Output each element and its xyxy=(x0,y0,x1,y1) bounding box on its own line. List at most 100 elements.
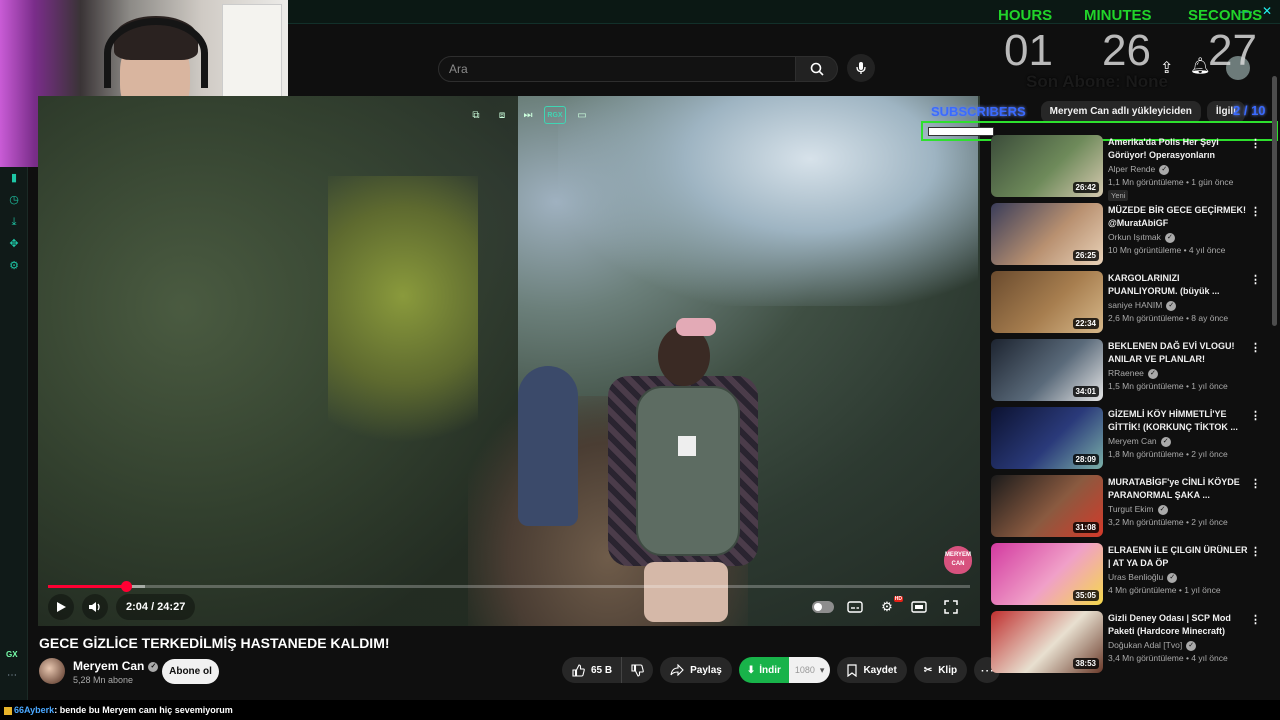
video-thumbnail[interactable]: 28:09 xyxy=(991,407,1103,469)
channel-name-text[interactable]: Meryem Can xyxy=(73,659,144,673)
mini-player-icon[interactable]: ▭ xyxy=(572,106,592,124)
channel-name-text[interactable]: Alper Rende xyxy=(1108,164,1155,174)
history-icon[interactable]: ◷ xyxy=(6,192,22,208)
list-item[interactable]: 28:09 GİZEMLİ KÖY HİMMETLİ'YE GİTTİK! (KO… xyxy=(991,407,1271,475)
more-icon[interactable]: ⋮ xyxy=(1250,409,1261,422)
video-title: GECE GİZLİCE TERKEDİLMİŞ HASTANEDE KALDI… xyxy=(39,635,390,651)
video-thumbnail[interactable]: 22:34 xyxy=(991,271,1103,333)
save-button[interactable]: Kaydet xyxy=(837,657,907,683)
chat-text: : bende bu Meryem canı hiç sevemiyorum xyxy=(54,705,233,715)
channel-name-text[interactable]: saniye HANIM xyxy=(1108,300,1162,310)
video-thumbnail[interactable]: 35:05 xyxy=(991,543,1103,605)
share-button[interactable]: Paylaş xyxy=(660,657,732,683)
scrollbar[interactable] xyxy=(1272,76,1277,326)
new-badge: Yeni xyxy=(1108,190,1129,201)
list-item[interactable]: 34:01 BEKLENEN DAĞ EVİ VLOGU! ANILAR VE P… xyxy=(991,339,1271,407)
autoplay-toggle[interactable] xyxy=(810,594,836,620)
more-icon[interactable]: ⋮ xyxy=(1250,545,1261,558)
list-item[interactable]: 22:34 KARGOLARINIZI PUANLIYORUM. (büyük .… xyxy=(991,271,1271,339)
duration-badge: 31:08 xyxy=(1072,522,1099,533)
settings-icon[interactable]: ⚙ xyxy=(6,258,22,274)
channel-name[interactable]: Alper Rende ✓ xyxy=(1108,164,1170,175)
channel-name[interactable]: Meryem Can ✓ xyxy=(73,659,159,673)
video-player[interactable]: MERYEM CAN ⧉ ⧈ ⏭ RGX ▭ 2:04 / 24:27 ⚙ HD xyxy=(38,96,980,626)
video-thumbnail[interactable]: 31:08 xyxy=(991,475,1103,537)
video-thumbnail[interactable]: 26:42 xyxy=(991,135,1103,197)
dislike-button[interactable] xyxy=(622,657,654,683)
voice-search-button[interactable] xyxy=(847,54,875,82)
thumbs-down-icon xyxy=(631,663,644,677)
search-button[interactable] xyxy=(796,56,838,82)
download-quality-value: 1080 xyxy=(794,665,815,675)
more-icon[interactable]: ⋯ xyxy=(7,670,17,681)
channel-name[interactable]: Uras Benlioğlu ✓ xyxy=(1108,572,1178,583)
theater-icon xyxy=(911,601,927,613)
channel-name[interactable]: Orkun Işıtmak ✓ xyxy=(1108,232,1175,243)
video-title[interactable]: GİZEMLİ KÖY HİMMETLİ'YE GİTTİK! (KORKUNÇ… xyxy=(1108,408,1248,434)
video-meta: 1,5 Mn görüntüleme • 1 yıl önce xyxy=(1108,381,1228,391)
download-icon[interactable]: ⤓ xyxy=(6,214,22,230)
video-meta: 3,2 Mn görüntüleme • 2 yıl önce xyxy=(1108,517,1228,527)
volume-button[interactable] xyxy=(82,594,108,620)
more-icon[interactable]: ⋮ xyxy=(1250,205,1261,218)
channel-name-text[interactable]: Meryem Can xyxy=(1108,436,1157,446)
popout-icon[interactable]: ⧈ xyxy=(492,106,512,124)
list-item[interactable]: 38:53 Gizli Deney Odası | SCP Mod Paketi … xyxy=(991,611,1271,679)
channel-name[interactable]: saniye HANIM ✓ xyxy=(1108,300,1177,311)
channel-name[interactable]: Turgut Ekim ✓ xyxy=(1108,504,1168,515)
video-title[interactable]: KARGOLARINIZI PUANLIYORUM. (büyük ... xyxy=(1108,272,1248,298)
clip-button[interactable]: ✂ Klip xyxy=(913,657,968,683)
subscribe-button[interactable]: Abone ol xyxy=(162,659,219,684)
subtitles-button[interactable] xyxy=(842,594,868,620)
list-item[interactable]: 26:42 Amerika'da Polis Her Şeyi Görüyor! … xyxy=(991,135,1271,203)
more-icon[interactable]: ⋮ xyxy=(1250,273,1261,286)
list-item[interactable]: 35:05 ELRAENN İLE ÇILGIN ÜRÜNLER | AT YA … xyxy=(991,543,1271,611)
list-item[interactable]: 26:25 MÜZEDE BİR GECE GEÇİRMEK! @MuratAbi… xyxy=(991,203,1271,271)
picture-in-picture-icon[interactable]: ⧉ xyxy=(466,106,486,124)
more-icon[interactable]: ⋮ xyxy=(1250,613,1261,626)
video-title[interactable]: MURATABİGF'ye CİNLİ KÖYDE PARANORMAL ŞAK… xyxy=(1108,476,1248,502)
subtitles-icon xyxy=(847,601,863,613)
skip-icon[interactable]: ⏭ xyxy=(518,106,538,124)
download-button[interactable]: ⬇ İndir xyxy=(738,657,789,683)
search-input[interactable]: Ara xyxy=(438,56,796,82)
theater-mode-button[interactable] xyxy=(906,594,932,620)
channel-name-text[interactable]: Uras Benlioğlu xyxy=(1108,572,1163,582)
extensions-icon[interactable]: ✥ xyxy=(6,236,22,252)
video-thumbnail[interactable]: 38:53 xyxy=(991,611,1103,673)
more-icon[interactable]: ⋮ xyxy=(1250,137,1261,150)
video-title[interactable]: BEKLENEN DAĞ EVİ VLOGU! ANILAR VE PLANLA… xyxy=(1108,340,1248,366)
channel-name[interactable]: RRaenee ✓ xyxy=(1108,368,1158,379)
channel-avatar[interactable] xyxy=(39,658,65,684)
channel-name[interactable]: Doğukan Adal [Tvo] ✓ xyxy=(1108,640,1197,651)
verified-icon: ✓ xyxy=(1164,232,1175,243)
fullscreen-button[interactable] xyxy=(938,594,964,620)
bookmark-icon[interactable]: ▮ xyxy=(6,170,22,186)
channel-name-text[interactable]: Turgut Ekim xyxy=(1108,504,1154,514)
channel-name-text[interactable]: Doğukan Adal [Tvo] xyxy=(1108,640,1182,650)
progress-bar[interactable] xyxy=(48,581,970,592)
video-thumbnail[interactable]: 26:25 xyxy=(991,203,1103,265)
channel-watermark[interactable]: MERYEM CAN xyxy=(944,546,972,574)
channel-name-text[interactable]: Orkun Işıtmak xyxy=(1108,232,1161,242)
more-icon[interactable]: ⋮ xyxy=(1250,341,1261,354)
video-thumbnail[interactable]: 34:01 xyxy=(991,339,1103,401)
rgx-button[interactable]: RGX xyxy=(544,106,566,124)
channel-name[interactable]: Meryem Can ✓ xyxy=(1108,436,1171,447)
channel-name-text[interactable]: RRaenee xyxy=(1108,368,1144,378)
list-item[interactable]: 31:08 MURATABİGF'ye CİNLİ KÖYDE PARANORMA… xyxy=(991,475,1271,543)
video-title[interactable]: Gizli Deney Odası | SCP Mod Paketi (Hard… xyxy=(1108,612,1248,638)
play-button[interactable] xyxy=(48,594,74,620)
chat-badge-icon xyxy=(4,706,12,715)
download-quality-select[interactable]: 1080 ▾ xyxy=(788,657,831,683)
video-title[interactable]: MÜZEDE BİR GECE GEÇİRMEK! @MuratAbiGF xyxy=(1108,204,1248,230)
video-title[interactable]: Amerika'da Polis Her Şeyi Görüyor! Opera… xyxy=(1108,136,1248,162)
volume-icon xyxy=(89,602,100,612)
video-title[interactable]: ELRAENN İLE ÇILGIN ÜRÜNLER | AT YA DA ÖP xyxy=(1108,544,1248,570)
settings-button[interactable]: ⚙ HD xyxy=(874,594,903,620)
progress-fill xyxy=(48,585,127,588)
chip-from-uploader[interactable]: Meryem Can adlı yükleyiciden xyxy=(1040,101,1201,123)
video-meta: 1,8 Mn görüntüleme • 2 yıl önce xyxy=(1108,449,1228,459)
like-button[interactable]: 65 B xyxy=(562,657,623,683)
more-icon[interactable]: ⋮ xyxy=(1250,477,1261,490)
